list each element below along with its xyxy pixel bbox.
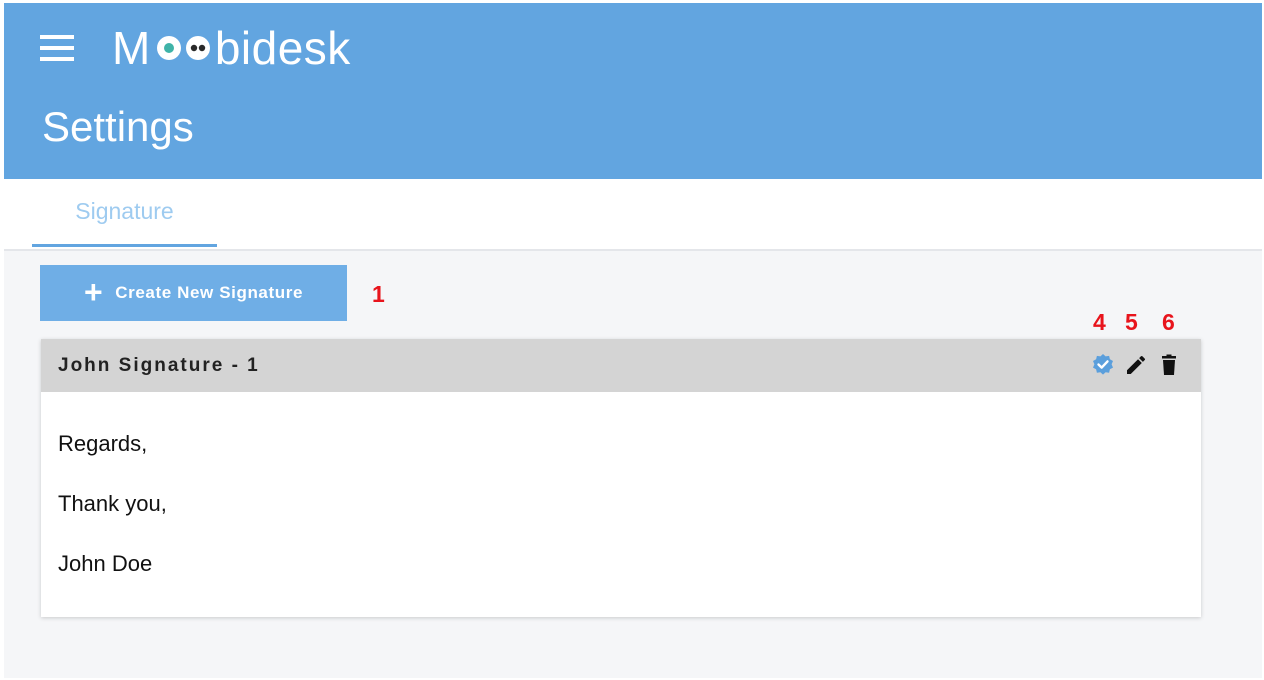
signature-card-header: John Signature - 1	[41, 339, 1201, 392]
app-frame: M bidesk Settings Signature + Create New…	[4, 3, 1262, 678]
trash-icon[interactable]	[1157, 353, 1181, 377]
hamburger-menu-icon[interactable]	[40, 35, 74, 61]
create-button-label: Create New Signature	[115, 283, 304, 302]
create-new-signature-button[interactable]: + Create New Signature	[40, 265, 347, 321]
logo-text-end: bidesk	[214, 22, 351, 74]
logo-text-start: M	[112, 22, 151, 74]
signature-title: John Signature - 1	[58, 355, 260, 376]
annotation-6: 6	[1162, 309, 1175, 335]
annotation-4: 4	[1093, 309, 1106, 335]
app-header: M bidesk Settings	[4, 3, 1262, 179]
signature-card: John Signature - 1 Regards, Thank you, J…	[41, 339, 1201, 617]
plus-icon: +	[83, 273, 104, 310]
verified-badge-icon[interactable]	[1091, 353, 1115, 377]
annotation-1: 1	[372, 281, 385, 307]
app-logo: M bidesk	[112, 22, 351, 74]
annotation-5: 5	[1125, 309, 1138, 335]
tab-signature[interactable]: Signature	[32, 179, 217, 247]
logo-eyes-icon	[156, 36, 210, 60]
pencil-icon[interactable]	[1124, 353, 1148, 377]
signature-line: Regards,	[58, 431, 148, 456]
signature-actions	[1091, 353, 1181, 377]
signature-body: Regards, Thank you, John Doe	[58, 431, 167, 611]
signature-line: Thank you,	[58, 491, 167, 516]
tab-bar: Signature	[4, 179, 1262, 251]
page-title: Settings	[42, 103, 194, 150]
signature-line: John Doe	[58, 551, 153, 576]
